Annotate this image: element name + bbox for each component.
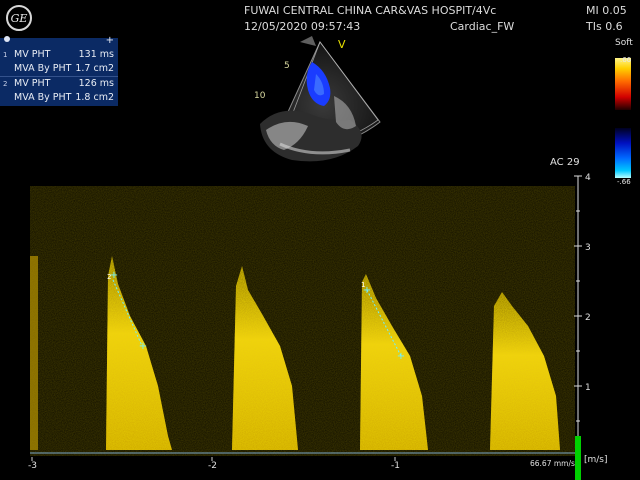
measurement-value: 1.7 cm2	[75, 63, 114, 74]
time-tick: -1	[391, 461, 400, 471]
tis-value: TIs 0.6	[586, 20, 623, 33]
caliper-label: 2	[107, 273, 111, 281]
measurement-index: 1	[3, 51, 8, 59]
measurement-value: 131 ms	[78, 49, 114, 60]
color-bar-label: Soft	[615, 38, 633, 48]
color-bar-positive	[615, 58, 631, 110]
datetime-label: 12/05/2020 09:57:43	[244, 20, 361, 33]
depth-label: 10	[254, 91, 266, 101]
time-tick: -3	[28, 461, 37, 471]
velocity-tick: 4	[585, 173, 591, 183]
measurement-label: MVA By PHT	[14, 63, 72, 74]
doppler-spectrum: + + 2 + + 1 4 3 2 1 -3 -2 -1 66.67 mm/s …	[28, 173, 608, 480]
panel-dot-icon	[4, 36, 10, 42]
sweep-speed-label: 66.67 mm/s	[530, 459, 575, 468]
sector-image: V 5 10 15	[254, 36, 381, 162]
velocity-unit: [m/s]	[584, 455, 608, 465]
measurement-label: MV PHT	[14, 49, 51, 60]
velocity-tick: 2	[585, 313, 591, 323]
measurement-row: MVA By PHT 1.8 cm2	[0, 91, 118, 105]
svg-text:+: +	[397, 351, 405, 362]
mi-value: MI 0.05	[586, 4, 627, 17]
sector-orientation-marker: V	[338, 38, 346, 51]
ge-logo: GE	[6, 5, 32, 31]
measurement-panel[interactable]: + 1 MV PHT 131 ms MVA By PHT 1.7 cm2 2 M…	[0, 35, 118, 106]
measurement-value: 1.8 cm2	[75, 92, 114, 103]
panel-toggle-icon[interactable]: +	[106, 34, 114, 48]
caliper-label: 1	[361, 281, 365, 289]
measurement-group-1[interactable]: 1 MV PHT 131 ms MVA By PHT 1.7 cm2	[0, 48, 118, 76]
baseline-marker[interactable]	[575, 436, 581, 480]
time-tick: -2	[208, 461, 217, 471]
institution-label: FUWAI CENTRAL CHINA CAR&VAS HOSPIT/4Vc	[244, 4, 497, 17]
measurement-index: 2	[3, 80, 8, 88]
velocity-tick: 1	[585, 383, 591, 393]
measurement-value: 126 ms	[78, 78, 114, 89]
velocity-tick: 3	[585, 243, 591, 253]
svg-text:+: +	[139, 341, 147, 352]
depth-label: 5	[284, 61, 290, 71]
measurement-row: 1 MV PHT 131 ms	[0, 48, 118, 62]
preset-label: Cardiac_FW	[450, 20, 515, 33]
measurement-row: 2 MV PHT 126 ms	[0, 77, 118, 91]
measurement-label: MV PHT	[14, 78, 51, 89]
measurement-group-2[interactable]: 2 MV PHT 126 ms MVA By PHT 1.8 cm2	[0, 77, 118, 105]
measurement-row: MVA By PHT 1.7 cm2	[0, 62, 118, 76]
measurement-label: MVA By PHT	[14, 92, 72, 103]
color-bar-top-value: .66	[620, 56, 632, 64]
